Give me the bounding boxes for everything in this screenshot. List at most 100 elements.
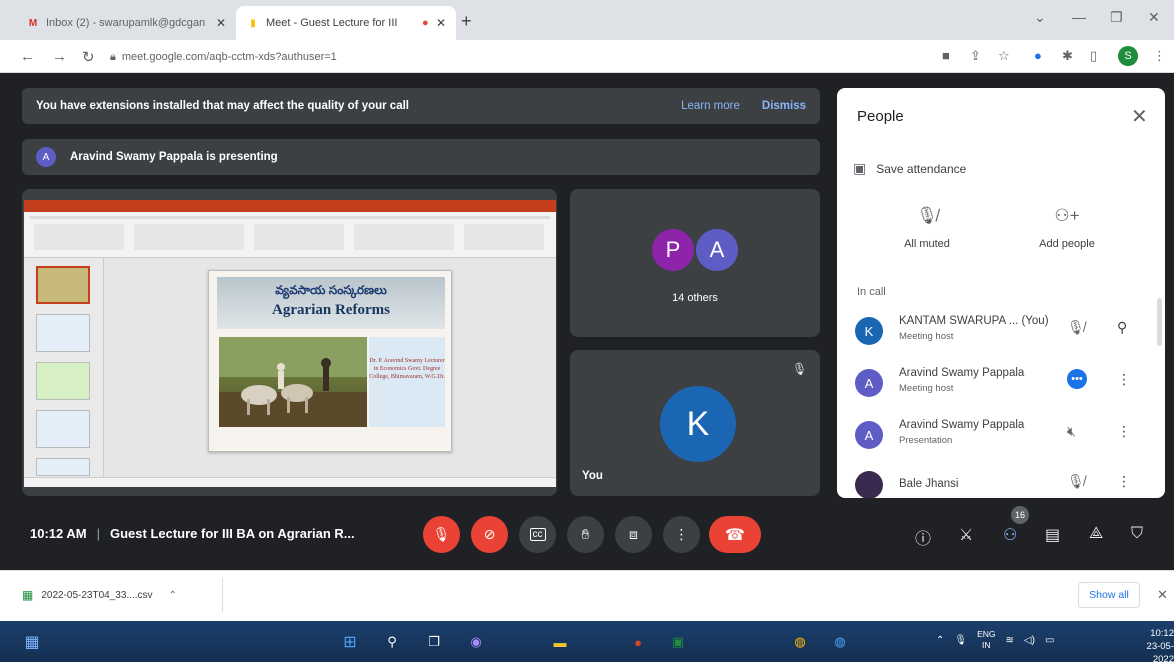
taskbar-clock[interactable]: 10:12 23-05-2022 — [1126, 627, 1174, 662]
teams-icon[interactable]: ◉ — [466, 632, 486, 652]
tab-meet[interactable]: ▮ Meet - Guest Lecture for III ● ✕ — [236, 6, 456, 40]
bookmark-star-icon[interactable]: ☆ — [998, 48, 1010, 64]
add-person-icon: ⚇+ — [1054, 206, 1080, 225]
file-explorer-icon[interactable]: ▬ — [550, 632, 570, 652]
more-options-button[interactable]: ⋮ — [663, 516, 700, 553]
tab-search-icon[interactable]: ⌄ — [1034, 9, 1046, 26]
captions-icon: cc — [529, 528, 546, 541]
dismiss-button[interactable]: Dismiss — [762, 100, 806, 112]
wifi-icon[interactable]: ≋ — [1006, 635, 1014, 646]
language-indicator[interactable]: ENG IN — [977, 629, 995, 651]
pin-icon[interactable]: ⚲ — [1117, 319, 1127, 336]
participant-role: Meeting host — [899, 331, 954, 342]
back-icon[interactable]: ← — [20, 48, 35, 65]
save-attendance-label: Save attendance — [876, 161, 967, 176]
participant-name: Aravind Swamy Pappala — [899, 367, 1025, 379]
chat-icon[interactable]: ▤ — [1045, 525, 1060, 545]
host-safety-icon[interactable]: ⛉ — [1131, 525, 1143, 543]
participant-row[interactable]: A Aravind Swamy Pappala Meeting host •••… — [855, 364, 1155, 404]
more-options-icon[interactable]: ⋮ — [1117, 423, 1131, 440]
chevron-up-icon[interactable]: ⌃ — [936, 635, 944, 646]
reload-icon[interactable]: ↻ — [82, 48, 95, 66]
camera-toggle-button[interactable]: ⊘ — [471, 516, 508, 553]
address-bar[interactable]: 🔒︎ meet.google.com/aqb-cctm-xds?authuser… — [110, 45, 920, 69]
show-all-button[interactable]: Show all — [1078, 582, 1140, 608]
activities-icon[interactable]: ⟁ — [1089, 525, 1103, 543]
download-filename: 2022-05-23T04_33....csv — [41, 589, 153, 601]
participant-row[interactable]: K KANTAM SWARUPA ... (You) Meeting host … — [855, 312, 1155, 352]
url-text: meet.google.com/aqb-cctm-xds?authuser=1 — [121, 51, 337, 63]
start-icon[interactable]: ⊞ — [340, 632, 360, 652]
slide-title-box: వ్యవసాయ సంస్కరణలు Agrarian Reforms — [217, 277, 445, 329]
profile-avatar[interactable]: S — [1118, 46, 1138, 66]
more-options-icon[interactable]: ⋮ — [1117, 371, 1131, 388]
menu-kebab-icon[interactable]: ⋮ — [1153, 48, 1166, 64]
raise-hand-button[interactable]: ✋︎ — [567, 516, 604, 553]
extension-icon[interactable]: ● — [1034, 48, 1042, 63]
task-view-icon[interactable]: ❐ — [424, 632, 444, 652]
chrome-icon[interactable]: ◍ — [790, 632, 810, 652]
hangup-icon: ☎︎ — [725, 526, 745, 544]
mic-toggle-button[interactable]: 🎙︎ — [423, 516, 460, 553]
slide-thumbnail — [36, 314, 90, 352]
learn-more-link[interactable]: Learn more — [681, 100, 740, 112]
share-icon[interactable]: ⇪ — [970, 48, 981, 64]
slide-title: Agrarian Reforms — [272, 302, 390, 318]
language-code: ENG — [977, 629, 996, 639]
save-attendance-button[interactable]: ▣ Save attendance — [853, 160, 966, 177]
add-people-button[interactable]: ⚇+ Add people — [1007, 206, 1127, 250]
powerpoint-icon[interactable]: ● — [628, 632, 648, 652]
meet-icon: ▮ — [250, 17, 256, 29]
camera-indicator-icon[interactable]: ■ — [942, 48, 950, 63]
leave-call-button[interactable]: ☎︎ — [709, 516, 761, 553]
present-button[interactable]: ⧈ — [615, 516, 652, 553]
minimize-icon[interactable]: — — [1072, 9, 1086, 25]
slide-telugu-title: వ్యవసాయ సంస్కరణలు — [275, 283, 387, 297]
search-icon[interactable]: ⚲ — [382, 632, 402, 652]
chrome-canary-icon[interactable]: ◍ — [830, 632, 850, 652]
volume-icon[interactable]: ◁) — [1024, 635, 1035, 646]
close-icon[interactable]: ✕ — [1131, 104, 1148, 129]
battery-icon[interactable]: ▭ — [1045, 635, 1054, 646]
more-options-icon[interactable]: ⋮ — [1117, 473, 1131, 490]
presenting-banner: A Aravind Swamy Pappala is presenting — [22, 139, 820, 175]
self-tile[interactable]: 🎙︎ K You — [570, 350, 820, 496]
excel-icon[interactable]: ▣ — [668, 632, 688, 652]
others-tile[interactable]: P A 14 others — [570, 189, 820, 337]
mic-icon[interactable]: 🎙︎ — [954, 635, 967, 646]
close-icon[interactable]: ✕ — [1157, 587, 1168, 603]
window-close-icon[interactable]: ✕ — [1148, 9, 1160, 26]
widgets-icon[interactable]: ▦ — [22, 632, 42, 652]
restore-icon[interactable]: ❐ — [1110, 9, 1123, 26]
new-tab-button[interactable]: + — [461, 11, 472, 32]
host-controls-icon[interactable]: ⚔ — [959, 525, 973, 545]
participant-row[interactable]: Bale Jhansi 🎙︎̸ ⋮ — [855, 466, 1155, 498]
participant-name: Aravind Swamy Pappala — [899, 419, 1025, 431]
lock-icon: 🔒︎ — [110, 50, 116, 63]
close-icon[interactable]: ✕ — [436, 16, 446, 30]
meeting-title: Guest Lecture for III BA on Agrarian R..… — [110, 526, 355, 541]
tab-gmail[interactable]: M Inbox (2) - swarupamlk@gdcgan ✕ — [16, 6, 236, 40]
scrollbar[interactable] — [1157, 298, 1162, 346]
mic-off-icon: 🎙︎̸ — [1067, 319, 1085, 335]
participant-avatar: K — [855, 317, 883, 345]
self-avatar: K — [660, 386, 736, 462]
close-icon[interactable]: ✕ — [216, 16, 226, 30]
captions-button[interactable]: cc — [519, 516, 556, 553]
side-panel-icon[interactable]: ▯ — [1090, 48, 1097, 64]
participant-avatar: A — [855, 421, 883, 449]
chevron-up-icon[interactable]: ⌃ — [169, 590, 177, 601]
meeting-details-icon[interactable]: ⓘ — [915, 525, 931, 549]
clock-date: 23-05-2022 — [1146, 641, 1174, 662]
shared-screen: వ్యవసాయ సంస్కరణలు Agrarian Reforms Dr. P… — [24, 200, 556, 487]
mute-all-button[interactable]: 🎙︎̸ All muted — [867, 206, 987, 250]
extensions-puzzle-icon[interactable]: ✱ — [1062, 48, 1073, 64]
others-count-label: 14 others — [672, 292, 718, 304]
csv-file-icon: ▦ — [22, 588, 34, 602]
participant-avatar: A — [855, 369, 883, 397]
people-panel: People ✕ ▣ Save attendance 🎙︎̸ All muted… — [837, 88, 1165, 498]
people-icon[interactable]: ⚇ — [1003, 525, 1017, 545]
participant-row[interactable]: A Aravind Swamy Pappala Presentation 🔇︎ … — [855, 416, 1155, 456]
download-item[interactable]: ▦ 2022-05-23T04_33....csv ⌃ — [22, 588, 177, 602]
forward-icon[interactable]: → — [52, 48, 67, 65]
